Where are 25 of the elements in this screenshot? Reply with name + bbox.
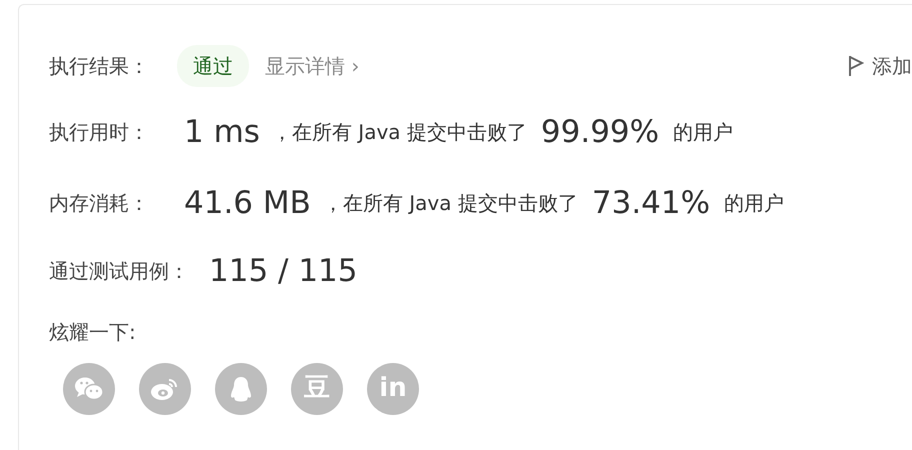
stat-label: 内存消耗： — [49, 190, 150, 217]
stat-label: 执行用时： — [49, 119, 150, 146]
tests-label: 通过测试用例： — [49, 258, 189, 286]
status-badge: 通过 — [177, 45, 249, 87]
stat-text: 的用户 — [673, 119, 734, 146]
share-button[interactable] — [63, 362, 115, 414]
percent-value: 99.99% — [540, 113, 660, 152]
stat-value: 41.6 MB — [184, 184, 311, 222]
chat-bubbles-icon — [74, 376, 104, 402]
share-label: 炫耀一下: — [49, 318, 136, 346]
add-note-link[interactable]: 添加 — [872, 51, 912, 81]
result-label: 执行结果： — [49, 53, 149, 80]
share-button[interactable]: 豆 — [291, 362, 343, 414]
penguin-icon — [229, 374, 253, 402]
percent-value: 73.41% — [592, 184, 710, 222]
stat-value: 1 ms — [184, 113, 260, 152]
stat-text: ，在所有 Java 提交中击败了 — [322, 190, 578, 217]
share-button[interactable] — [215, 362, 267, 414]
stat-text: ，在所有 Java 提交中击败了 — [272, 119, 527, 146]
share-button[interactable]: in — [367, 362, 419, 414]
details-link[interactable]: 显示详情 › — [265, 51, 360, 81]
flag-icon[interactable] — [848, 55, 864, 77]
stat-text: 的用户 — [724, 190, 784, 217]
tests-value: 115 / 115 — [209, 252, 358, 291]
share-button[interactable] — [139, 362, 191, 414]
